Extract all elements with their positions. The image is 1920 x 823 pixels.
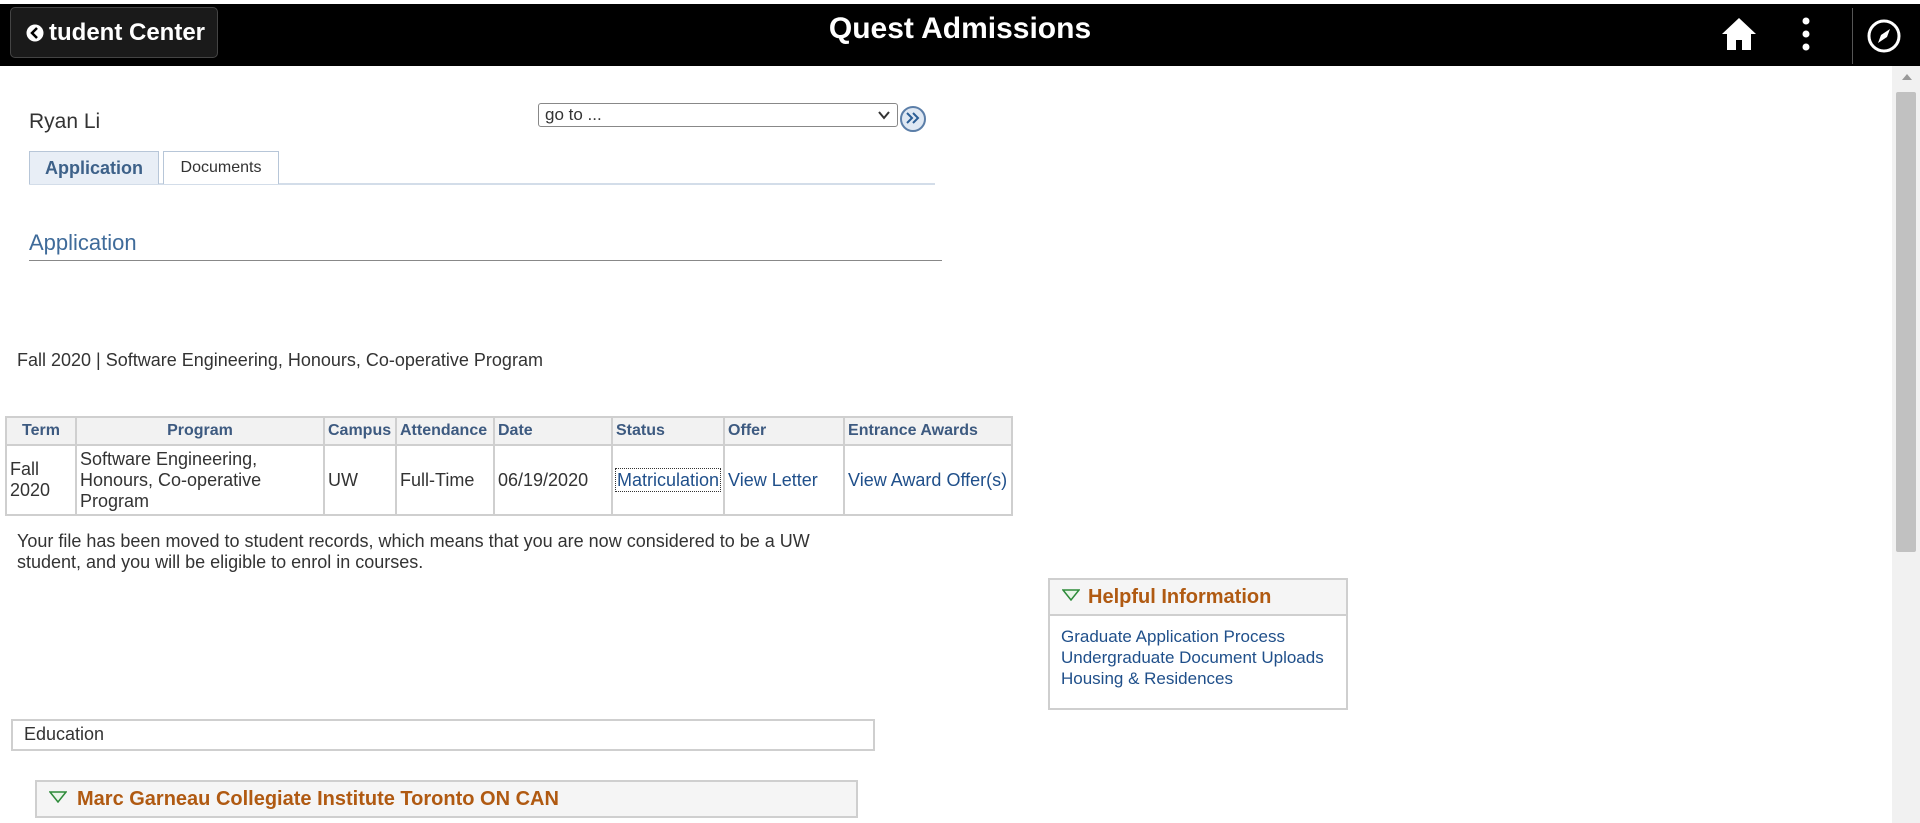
app-title: Quest Admissions [828, 12, 1092, 45]
top-header-bar: tudent Center Quest Admissions [0, 0, 1920, 66]
cell-entrance-awards: View Award Offer(s) [843, 444, 1014, 516]
school-title: Marc Garneau Collegiate Institute Toront… [77, 787, 559, 810]
scroll-up-arrow-icon[interactable] [1902, 74, 1912, 80]
double-chevron-right-icon [906, 111, 920, 127]
more-options-icon[interactable] [1800, 16, 1812, 57]
column-header-term: Term [5, 416, 77, 446]
section-divider [29, 260, 942, 261]
cell-status: Matriculation [610, 444, 726, 516]
column-header-status: Status [610, 416, 726, 446]
cell-campus: UW [323, 444, 397, 516]
graduate-application-process-link[interactable]: Graduate Application Process [1061, 626, 1346, 647]
helpful-links-list: Graduate Application Process Undergradua… [1050, 616, 1346, 689]
table-header-row: Term Program Campus Attendance Date Stat… [5, 416, 1014, 446]
helpful-information-header[interactable]: Helpful Information [1050, 580, 1346, 616]
collapse-triangle-icon[interactable] [1061, 588, 1081, 606]
cell-program: Software Engineering, Honours, Co-operat… [75, 444, 325, 516]
cell-attendance: Full-Time [395, 444, 495, 516]
chevron-down-icon [877, 107, 891, 127]
education-section-header: Education [11, 719, 875, 751]
undergraduate-document-uploads-link[interactable]: Undergraduate Document Uploads [1061, 647, 1346, 668]
school-collapsible-header[interactable]: Marc Garneau Collegiate Institute Toront… [35, 780, 858, 818]
cell-term: Fall 2020 [5, 444, 77, 516]
column-header-offer: Offer [723, 416, 846, 446]
status-link[interactable]: Matriculation [614, 467, 722, 492]
view-letter-link[interactable]: View Letter [728, 470, 818, 490]
housing-residences-link[interactable]: Housing & Residences [1061, 668, 1346, 689]
tab-application[interactable]: Application [29, 151, 159, 184]
helpful-information-title: Helpful Information [1088, 585, 1272, 608]
go-button[interactable] [900, 106, 926, 132]
table-row: Fall 2020 Software Engineering, Honours,… [5, 444, 1014, 516]
cell-offer: View Letter [723, 444, 846, 516]
collapse-triangle-icon[interactable] [48, 790, 68, 808]
student-name: Ryan Li [29, 110, 101, 133]
navbar-compass-icon[interactable] [1866, 18, 1902, 59]
tab-documents[interactable]: Documents [163, 151, 279, 184]
goto-select[interactable]: go to ... [538, 103, 898, 127]
view-award-offers-link[interactable]: View Award Offer(s) [848, 470, 1007, 490]
column-header-attendance: Attendance [395, 416, 495, 446]
application-table: Term Program Campus Attendance Date Stat… [5, 416, 1014, 516]
helpful-information-panel: Helpful Information Graduate Application… [1048, 578, 1348, 710]
vertical-scrollbar[interactable] [1892, 66, 1920, 823]
goto-select-value: go to ... [545, 105, 602, 124]
column-header-campus: Campus [323, 416, 397, 446]
cell-date: 06/19/2020 [493, 444, 613, 516]
tab-bar: Application Documents [29, 151, 935, 185]
home-icon[interactable] [1720, 16, 1758, 57]
program-summary: Fall 2020 | Software Engineering, Honour… [17, 350, 543, 370]
section-title: Application [29, 230, 137, 255]
column-header-program: Program [75, 416, 325, 446]
status-note: Your file has been moved to student reco… [17, 531, 810, 572]
header-divider [1852, 8, 1853, 64]
column-header-entrance-awards: Entrance Awards [843, 416, 1014, 446]
scrollbar-thumb[interactable] [1896, 92, 1916, 552]
column-header-date: Date [493, 416, 613, 446]
